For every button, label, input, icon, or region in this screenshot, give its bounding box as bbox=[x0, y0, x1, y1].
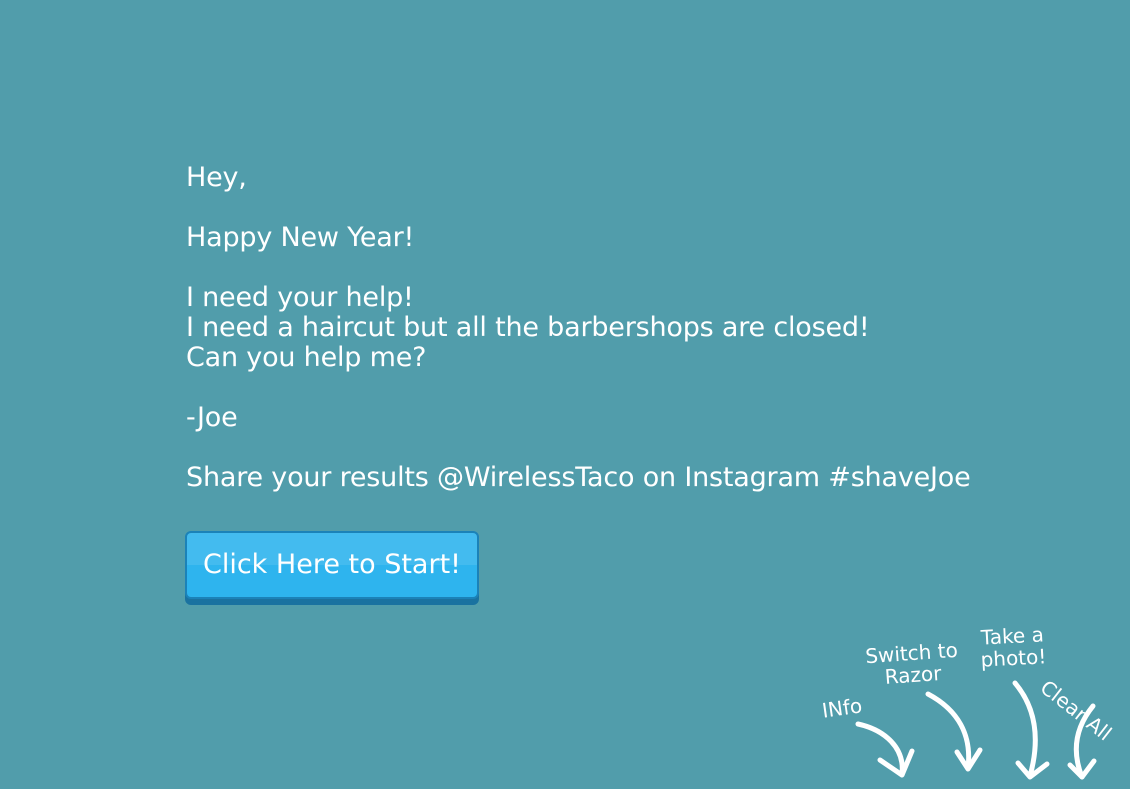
razor-arrow-icon bbox=[925, 691, 983, 772]
hint-arrows bbox=[855, 680, 1097, 780]
photo-arrow-icon bbox=[1012, 680, 1050, 780]
info-arrow-icon bbox=[855, 721, 915, 778]
clear-arrow-icon bbox=[1067, 703, 1097, 780]
